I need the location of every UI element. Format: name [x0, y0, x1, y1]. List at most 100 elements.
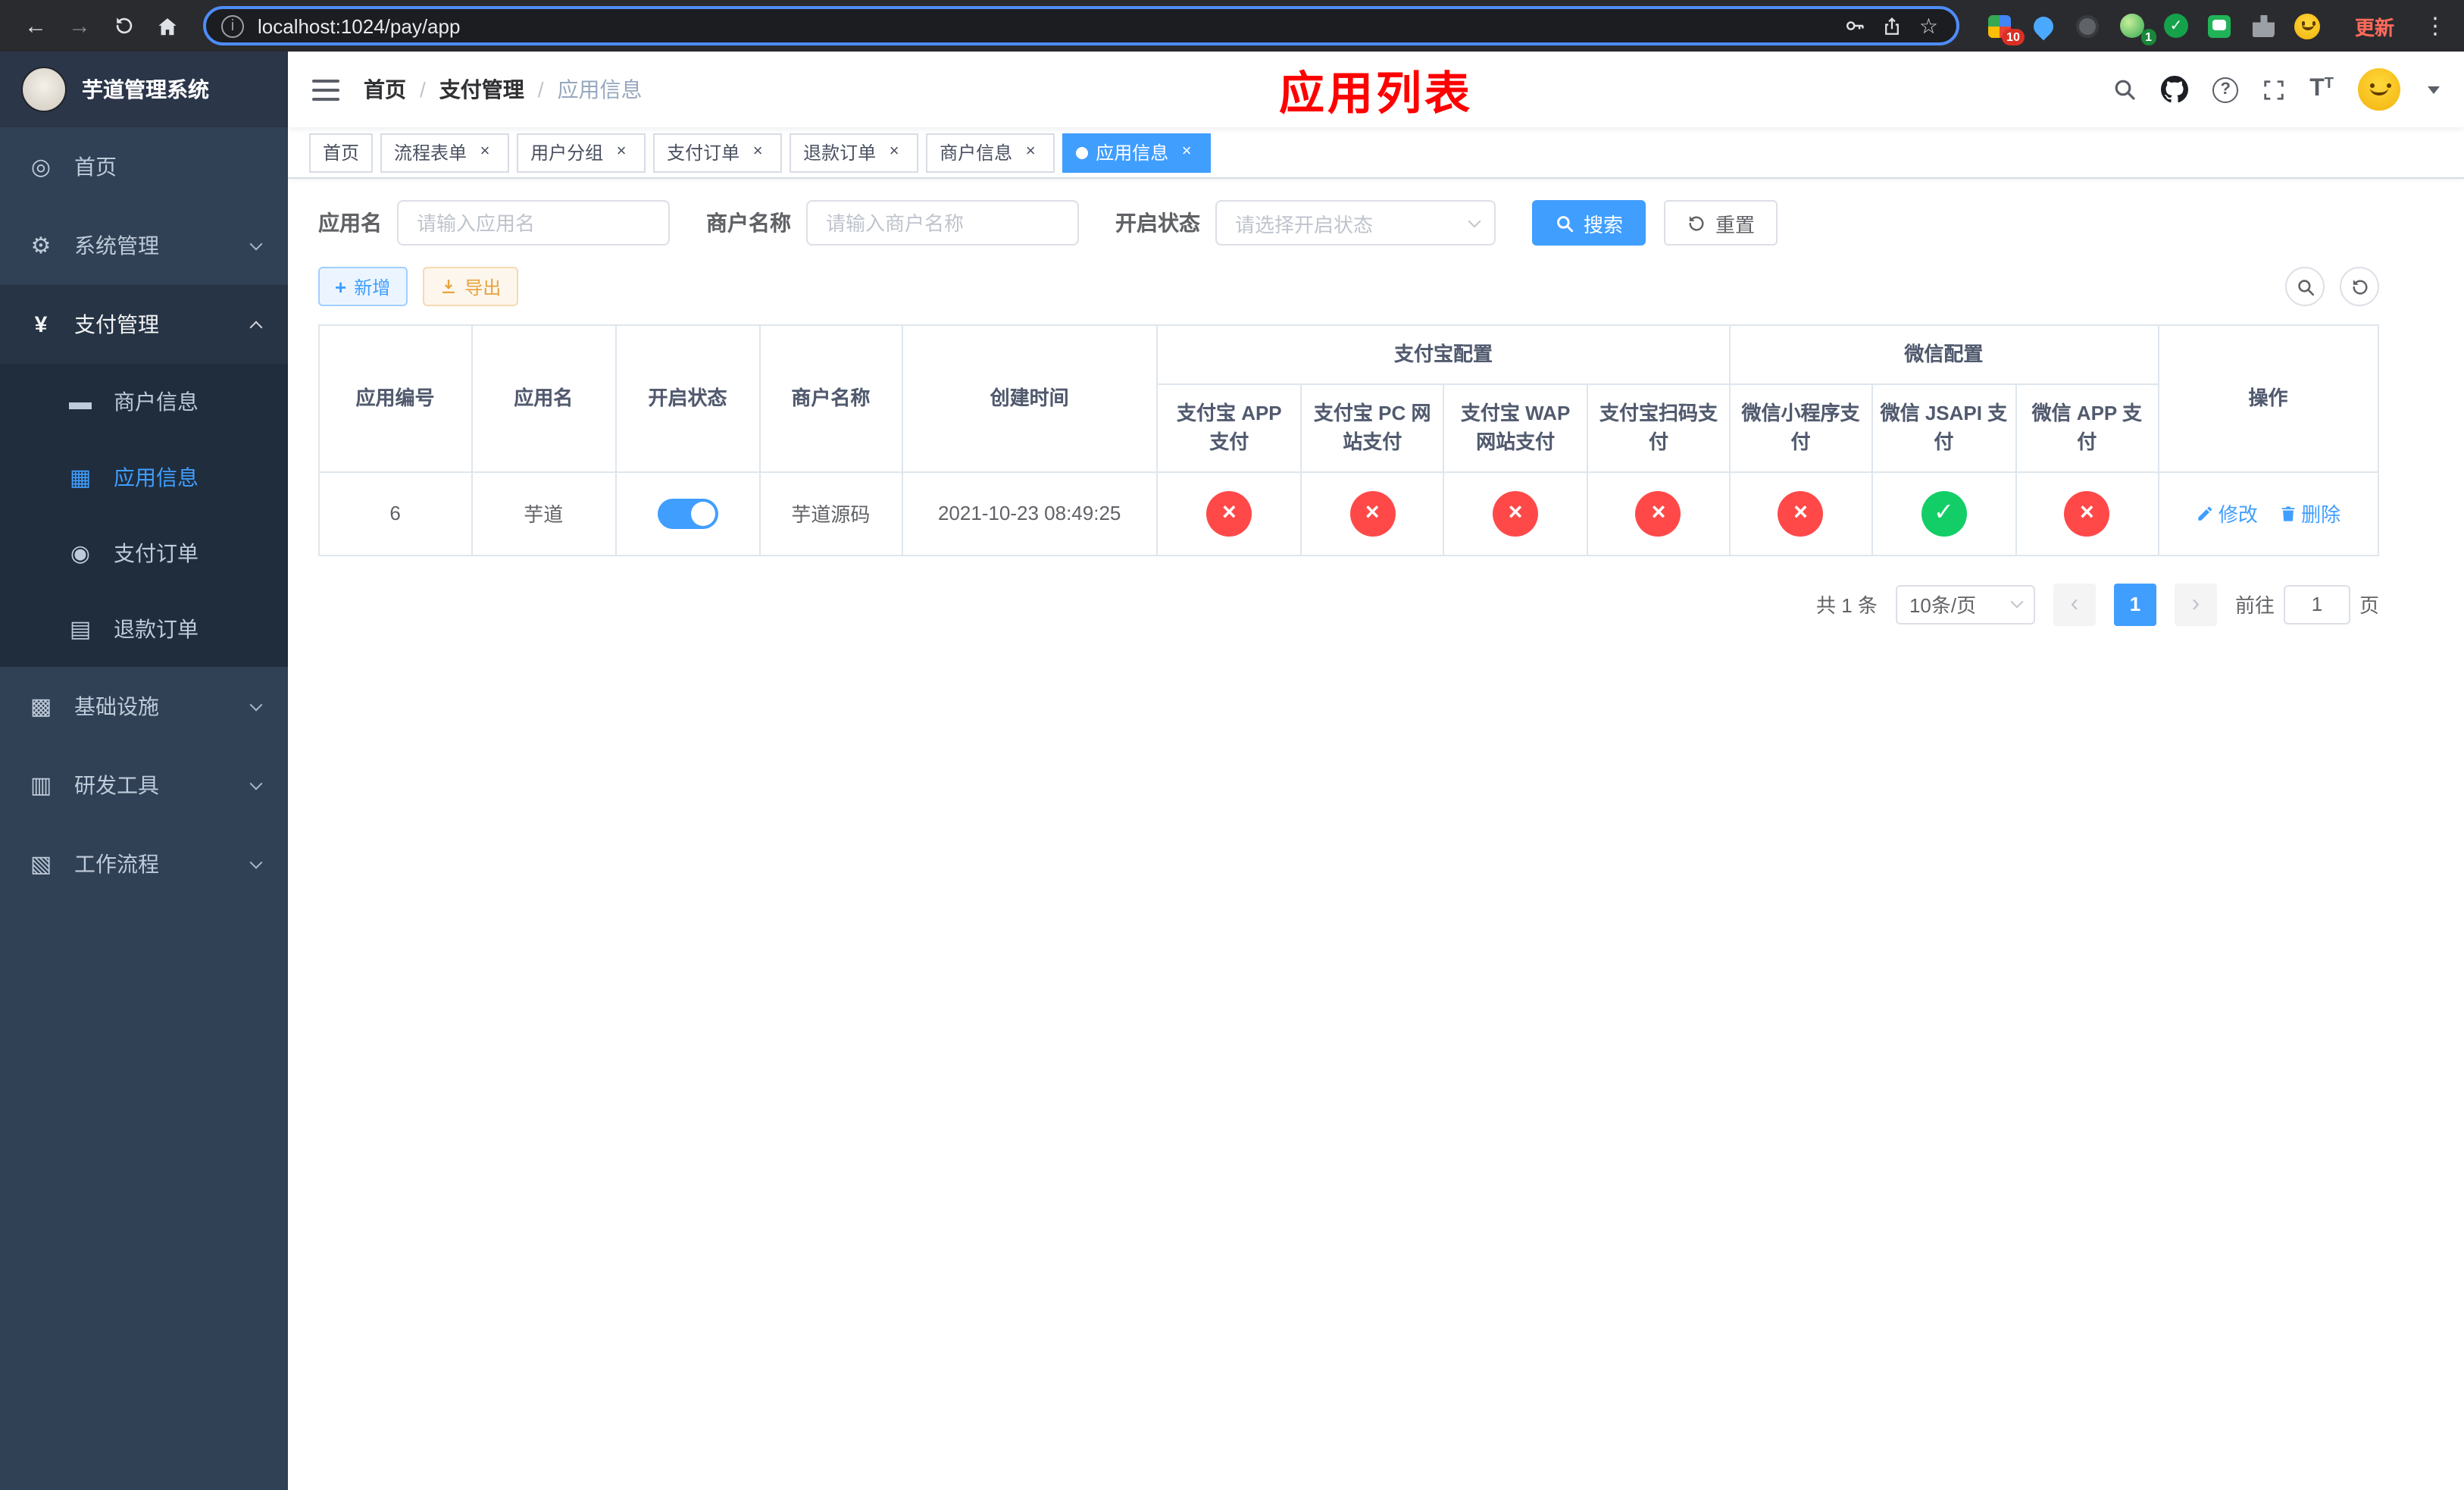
browser-menu-icon[interactable] [2422, 12, 2449, 39]
browser-reload-icon[interactable] [103, 5, 144, 46]
col-header-alipay-app: 支付宝 APP 支付 [1156, 383, 1302, 472]
browser-home-icon[interactable] [147, 5, 188, 46]
logo-avatar [21, 67, 67, 112]
breadcrumb-home[interactable]: 首页 [364, 74, 406, 105]
chevron-down-icon [249, 236, 263, 250]
reset-button[interactable]: 重置 [1664, 200, 1778, 246]
site-info-icon[interactable] [221, 14, 244, 37]
gear-icon [27, 232, 55, 259]
extension-grid-icon[interactable]: 10 [1987, 12, 2025, 45]
cell-created: 2021-10-23 08:49:25 [901, 471, 1159, 556]
merchant-name-input[interactable] [806, 200, 1079, 246]
wechat-app-status-icon: × [2064, 490, 2110, 536]
col-header-alipay-qr: 支付宝扫码支付 [1587, 383, 1731, 472]
search-button-label: 搜索 [1584, 213, 1624, 236]
breadcrumb-payment[interactable]: 支付管理 [439, 74, 524, 105]
close-icon[interactable] [1176, 142, 1197, 163]
password-key-icon[interactable] [1845, 15, 1866, 36]
sidebar-item-system[interactable]: 系统管理 [0, 206, 288, 285]
browser-forward-icon[interactable] [59, 5, 100, 46]
tab-user-group[interactable]: 用户分组 [517, 133, 646, 172]
next-page-button[interactable] [2174, 583, 2217, 625]
close-icon[interactable] [1020, 142, 1041, 163]
alipay-pc-status-icon: × [1349, 490, 1396, 536]
goto-page-input[interactable] [2283, 584, 2350, 624]
search-icon[interactable] [2112, 77, 2137, 102]
col-header-status: 开启状态 [614, 324, 761, 472]
sidebar-item-refund-orders[interactable]: 退款订单 [0, 591, 288, 667]
col-header-alipay-wap: 支付宝 WAP 网站支付 [1442, 383, 1589, 472]
tab-payment-orders[interactable]: 支付订单 [653, 133, 783, 172]
sidebar-item-home[interactable]: 首页 [0, 127, 288, 206]
chevron-down-icon [249, 776, 263, 790]
tab-process-form[interactable]: 流程表单 [380, 133, 510, 172]
prev-page-button[interactable] [2053, 583, 2096, 625]
toggle-search-button[interactable] [2285, 267, 2325, 306]
browser-update-button[interactable]: 更新 [2343, 5, 2406, 46]
alipay-qr-status-icon: × [1635, 490, 1681, 536]
profile-avatar-icon[interactable] [2294, 12, 2322, 39]
address-bar[interactable]: localhost:1024/pay/app [203, 6, 1959, 45]
user-avatar[interactable] [2358, 68, 2400, 111]
col-header-wechat-mini: 微信小程序支付 [1728, 383, 1873, 472]
menu-label: 首页 [74, 155, 117, 179]
extension-avatar-icon[interactable]: 1 [2118, 12, 2156, 45]
app-name-input[interactable] [397, 200, 670, 246]
delete-button[interactable]: 删除 [2278, 499, 2340, 527]
goto-page: 前往 页 [2235, 584, 2379, 624]
app-table: 应用编号 应用名 开启状态 商户名称 创建时间 支付宝配置 微信配置 操作 支付… [318, 324, 2380, 556]
refresh-table-button[interactable] [2340, 267, 2379, 306]
chevron-down-icon[interactable] [2428, 86, 2440, 93]
search-button[interactable]: 搜索 [1532, 200, 1646, 246]
edit-button[interactable]: 修改 [2196, 499, 2258, 527]
page-size-select[interactable]: 10条/页 [1895, 584, 2035, 624]
export-button-label: 导出 [464, 277, 502, 298]
help-icon[interactable] [2212, 77, 2239, 102]
group-header-wechat: 微信配置 [1728, 324, 2159, 384]
tab-home[interactable]: 首页 [309, 133, 374, 172]
current-page-button[interactable]: 1 [2113, 583, 2156, 625]
github-icon[interactable] [2161, 76, 2189, 103]
sidebar-toggle-icon[interactable] [312, 78, 339, 101]
breadcrumb-separator: / [420, 77, 426, 102]
table-row: 6 芋道 芋道源码 2021-10-23 08:49:25 × × × × × [318, 471, 2380, 556]
chevron-down-icon [1468, 214, 1481, 227]
close-icon[interactable] [747, 142, 768, 163]
status-select[interactable]: 请选择开启状态 [1215, 200, 1496, 246]
extension-chat-icon[interactable] [2206, 12, 2234, 39]
enabled-toggle[interactable] [657, 498, 718, 528]
sidebar-item-payment-orders[interactable]: 支付订单 [0, 515, 288, 591]
breadcrumb: 首页 / 支付管理 / 应用信息 [364, 74, 643, 105]
share-icon[interactable] [1883, 16, 1903, 36]
extension-drop-icon[interactable] [2030, 11, 2059, 40]
extension-dark-circle-icon[interactable] [2075, 12, 2102, 39]
sidebar-item-merchant-info[interactable]: 商户信息 [0, 364, 288, 440]
pagination-total: 共 1 条 [1816, 594, 1878, 617]
chevron-down-icon [249, 697, 263, 711]
sidebar-item-app-info[interactable]: 应用信息 [0, 440, 288, 515]
sidebar-item-workflow[interactable]: 工作流程 [0, 825, 288, 903]
fullscreen-icon[interactable] [2262, 78, 2285, 101]
sidebar-menu: 首页 系统管理 支付管理 商户信息 [0, 127, 288, 1490]
close-icon[interactable] [883, 142, 905, 163]
close-icon[interactable] [611, 142, 632, 163]
sidebar-item-payment[interactable]: 支付管理 [0, 285, 288, 364]
tab-label: 退款订单 [803, 142, 877, 164]
tab-refund-orders[interactable]: 退款订单 [790, 133, 919, 172]
font-size-icon[interactable] [2309, 77, 2334, 102]
workflow-icon [27, 850, 55, 878]
status-label: 开启状态 [1115, 211, 1200, 235]
sidebar-item-dev-tools[interactable]: 研发工具 [0, 746, 288, 825]
tab-merchant-info[interactable]: 商户信息 [926, 133, 1055, 172]
browser-back-icon[interactable] [15, 5, 56, 46]
export-button[interactable]: 导出 [422, 267, 518, 306]
extension-check-icon[interactable] [2162, 12, 2190, 39]
add-button[interactable]: 新增 [318, 267, 408, 306]
menu-label: 工作流程 [74, 852, 159, 876]
extensions-puzzle-icon[interactable] [2250, 12, 2278, 39]
bookmark-star-icon[interactable] [1919, 15, 1938, 36]
tab-app-info[interactable]: 应用信息 [1062, 133, 1212, 172]
close-icon[interactable] [474, 142, 496, 163]
sidebar-item-infrastructure[interactable]: 基础设施 [0, 667, 288, 746]
app-logo[interactable]: 芋道管理系统 [0, 52, 288, 127]
